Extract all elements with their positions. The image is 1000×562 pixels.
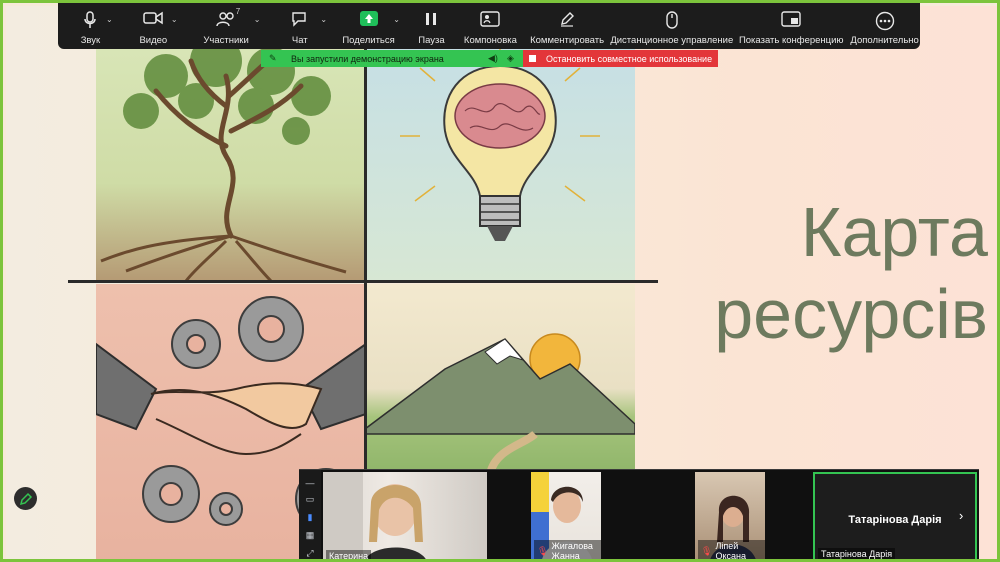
grid-view-icon[interactable]: ▦ <box>304 530 316 541</box>
participant-video-feed <box>323 472 426 559</box>
slide-title-line-1: Карта <box>800 193 988 271</box>
participant-name: Катерина <box>326 550 372 561</box>
chevron-down-icon[interactable]: ⌄ <box>171 15 178 24</box>
annotation-pen-button[interactable] <box>14 487 37 510</box>
annotate-icon <box>561 12 575 27</box>
share-screen-button[interactable]: ⌄ Поделиться <box>331 3 406 49</box>
pen-icon <box>19 492 32 505</box>
stop-sharing-button[interactable]: Остановить совместное использование <box>523 50 718 67</box>
participant-video-tile[interactable]: Катерина <box>323 472 487 561</box>
video-camera-icon <box>143 11 164 25</box>
slide-title-line-2: ресурсів <box>714 275 988 353</box>
speaker-icon[interactable]: ◀) <box>488 53 498 64</box>
meeting-toolbar: ⌄ Звук ⌄ Видео 7 ⌄ Участники ⌄ Чат ⌄ Под… <box>58 3 920 49</box>
active-speaker-name: Татарінова Дарія <box>848 514 942 526</box>
chat-icon <box>292 12 306 27</box>
video-button[interactable]: ⌄ Видео <box>123 3 184 49</box>
share-status-message: Вы запустили демонстрацию экрана <box>291 53 444 64</box>
annotate-button[interactable]: Комментировать <box>524 3 610 49</box>
video-label: Видео <box>139 35 168 46</box>
tree-illustration <box>96 36 366 281</box>
screen-frame: Карта ресурсів ⌄ Звук ⌄ Видео 7 ⌄ Участн… <box>0 0 1000 562</box>
chevron-down-icon[interactable]: ⌄ <box>393 15 400 24</box>
chevron-down-icon[interactable]: ⌄ <box>254 15 261 24</box>
participant-name-text: Катерина <box>329 551 369 561</box>
participants-count: 7 <box>235 7 241 16</box>
microphone-icon <box>84 11 97 28</box>
minimize-icon[interactable]: — <box>304 478 316 488</box>
share-screen-icon <box>359 11 378 26</box>
remote-control-label: Дистанционное управление <box>610 35 734 46</box>
strip-view-icon[interactable]: ▮ <box>304 512 316 523</box>
remote-control-icon <box>666 11 678 29</box>
layout-label: Компоновка <box>463 35 517 46</box>
chat-label: Чат <box>291 35 308 46</box>
participants-button[interactable]: 7 ⌄ Участники <box>184 3 269 49</box>
share-indicator-icon: ✎ <box>269 53 277 63</box>
muted-mic-icon: 🎙 <box>537 545 549 556</box>
audio-label: Звук <box>80 35 101 46</box>
security-shield-icon[interactable]: ◈ <box>507 53 514 64</box>
participant-name-text: Лiпей Оксана <box>715 541 746 561</box>
participant-video-tile[interactable]: 🎙 Лiпей Оксана <box>695 472 765 561</box>
audio-button[interactable]: ⌄ Звук <box>58 3 123 49</box>
stop-sharing-label: Остановить совместное использование <box>546 53 713 64</box>
muted-mic-icon: 🎙 <box>701 545 713 556</box>
annotate-label: Комментировать <box>530 35 605 46</box>
slide-title: Карта ресурсів <box>696 191 997 355</box>
participant-name-text: Татарінова Дарія <box>821 549 893 559</box>
pause-label: Пауза <box>418 35 445 46</box>
show-meeting-button[interactable]: Показать конференцию <box>733 3 849 49</box>
remote-control-button[interactable]: Дистанционное управление <box>610 3 733 49</box>
pause-share-button[interactable]: Пауза <box>406 3 457 49</box>
stop-square-icon <box>529 55 536 62</box>
participant-name: 🎙 Лiпей Оксана <box>698 540 765 561</box>
participants-icon <box>216 12 234 27</box>
show-meeting-label: Показать конференцию <box>738 35 844 46</box>
grid-divider-vertical <box>364 36 367 476</box>
strip-controls: — ▭ ▮ ▦ ⤢ <box>299 470 321 559</box>
chevron-right-icon[interactable]: › <box>959 508 963 523</box>
participant-name: 🎙 Жигалова Жанна <box>534 540 601 561</box>
pause-icon <box>426 13 437 25</box>
chevron-down-icon[interactable]: ⌄ <box>320 15 327 24</box>
participant-name-text: Жигалова Жанна <box>551 541 593 561</box>
grid-divider-horizontal <box>68 280 658 283</box>
more-icon <box>875 11 894 31</box>
participants-label: Участники <box>203 35 249 46</box>
layout-button[interactable]: Компоновка <box>457 3 524 49</box>
more-label: Дополнительно <box>850 35 919 46</box>
active-speaker-tile[interactable]: Татарінова Дарія Татарінова Дарія <box>813 472 977 559</box>
mountain-sunrise-illustration <box>365 284 635 474</box>
single-view-icon[interactable]: ▭ <box>304 494 316 505</box>
lightbulb-brain-illustration <box>365 36 635 281</box>
chat-button[interactable]: ⌄ Чат <box>268 3 331 49</box>
participant-video-tile[interactable]: 🎙 Жигалова Жанна <box>531 472 601 561</box>
chevron-down-icon[interactable]: ⌄ <box>106 15 113 24</box>
show-meeting-icon <box>781 11 801 27</box>
participant-name: Татарінова Дарія <box>818 548 896 559</box>
share-screen-label: Поделиться <box>342 35 395 46</box>
more-button[interactable]: Дополнительно <box>849 3 920 49</box>
video-thumbnail-strip: — ▭ ▮ ▦ ⤢ Катерина 🎙 Жигалова Жанна 🎙 Лi… <box>299 469 979 561</box>
layout-icon <box>480 11 501 27</box>
expand-icon[interactable]: ⤢ <box>304 548 316 559</box>
share-status-banner: ✎ Вы запустили демонстрацию экрана ◀) ◈ <box>261 50 523 67</box>
